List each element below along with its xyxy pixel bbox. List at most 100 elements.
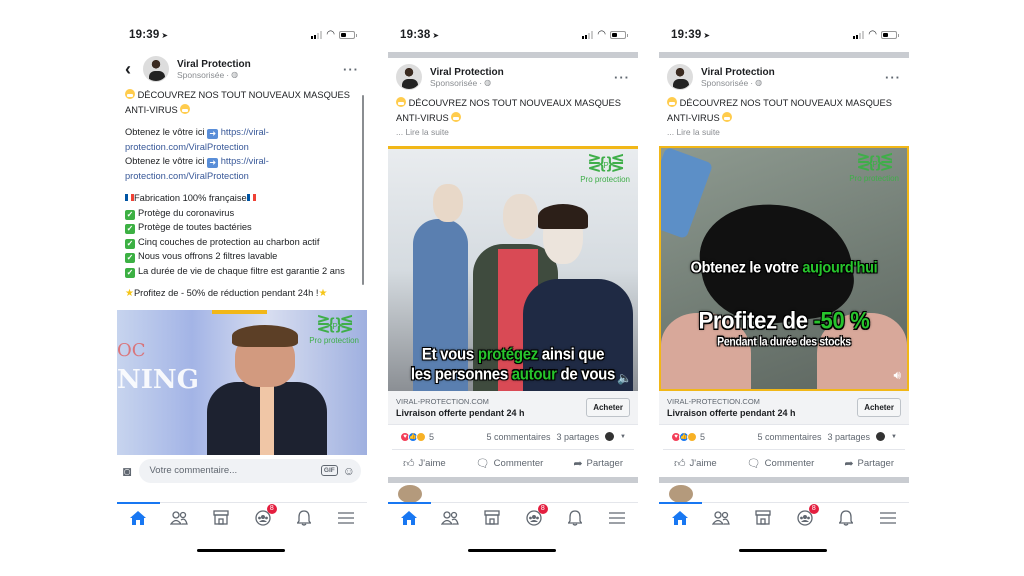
logo-mark-icon: ⋛{P}⋚ <box>587 154 625 172</box>
post-video[interactable]: OC NING ⋛{P}⋚ Pro protection <box>117 309 367 455</box>
share-button[interactable]: ➦ Partager <box>844 457 894 470</box>
post-video[interactable]: ⋛{P}⋚ Pro protection Obtenez le votre au… <box>659 145 909 391</box>
location-icon: ➤ <box>703 31 711 40</box>
feature-item: ✓ Nous vous offrons 2 filtres lavable <box>125 251 278 263</box>
emoji-icon[interactable]: ☺ <box>343 464 355 478</box>
like-button[interactable]: 👍︎ J'aime <box>674 457 717 470</box>
author-name[interactable]: Viral Protection <box>430 67 614 78</box>
more-options-icon[interactable]: ··· <box>885 70 901 85</box>
tab-home[interactable] <box>117 501 160 533</box>
tab-groups[interactable]: 8 <box>243 503 283 533</box>
share-icon: ➦ <box>844 457 854 470</box>
tab-notifications[interactable] <box>555 503 595 533</box>
gif-icon[interactable]: GIF <box>320 465 338 476</box>
comments-count[interactable]: 5 commentaires <box>757 432 821 442</box>
share-button[interactable]: ➦ Partager <box>573 457 623 470</box>
smartphone-object <box>661 147 714 239</box>
signal-icon <box>853 31 865 39</box>
status-bar: 19:38 ➤ ◠ <box>388 20 638 50</box>
comments-count[interactable]: 5 commentaires <box>486 432 550 442</box>
author-name[interactable]: Viral Protection <box>177 59 343 70</box>
tab-home[interactable] <box>659 501 702 533</box>
post-video[interactable]: ⋛{P}⋚ Pro protection Et vous protégez ai… <box>388 145 638 391</box>
viewer-avatar[interactable] <box>605 432 615 441</box>
buy-button[interactable]: Acheter <box>857 397 901 417</box>
logo-text: Pro protection <box>309 335 359 345</box>
comment-button[interactable]: 🗨︎ Commenter <box>747 457 815 470</box>
thumbs-up-icon: 👍︎ <box>674 457 686 470</box>
logo-mark-icon: ⋛{P}⋚ <box>316 315 354 333</box>
back-arrow-icon[interactable]: ‹ <box>125 59 135 80</box>
scrollbar[interactable] <box>362 95 364 285</box>
friends-icon <box>441 510 460 525</box>
home-indicator[interactable] <box>197 549 285 552</box>
home-indicator[interactable] <box>468 549 556 552</box>
home-indicator[interactable] <box>739 549 827 552</box>
feature-item: ✓ La durée de vie de chaque filtre est ga… <box>125 265 345 278</box>
comment-button[interactable]: 🗨︎ Commenter <box>476 457 544 470</box>
mask-emoji-icon <box>722 111 733 122</box>
tab-notifications[interactable] <box>826 503 866 533</box>
thumbs-up-icon: 👍︎ <box>403 457 415 470</box>
marketplace-icon <box>484 510 500 525</box>
marketplace-icon <box>755 510 771 525</box>
tab-notifications[interactable] <box>284 503 324 533</box>
location-icon: ➤ <box>161 31 169 40</box>
page-avatar[interactable] <box>143 56 169 82</box>
globe-icon: ◍ <box>231 70 239 79</box>
mask-emoji-icon <box>451 111 462 122</box>
logo-text: Pro protection <box>849 173 899 183</box>
shares-count[interactable]: 3 partages <box>828 432 871 442</box>
like-button[interactable]: 👍︎ J'aime <box>403 457 446 470</box>
tab-menu[interactable] <box>597 503 637 533</box>
buy-button[interactable]: Acheter <box>586 397 630 417</box>
caret-down-icon[interactable]: ▼ <box>891 434 897 440</box>
anchor-tie <box>260 383 274 455</box>
tab-marketplace[interactable] <box>472 503 512 533</box>
reactions[interactable]: ♥ 👍 5 <box>671 431 705 442</box>
author-name[interactable]: Viral Protection <box>701 67 885 78</box>
reactions[interactable]: ♥ 👍 5 <box>400 431 434 442</box>
link-preview[interactable]: VIRAL-PROTECTION.COM Livraison offerte p… <box>659 390 909 425</box>
tab-friends[interactable] <box>159 503 199 533</box>
tab-menu[interactable] <box>868 503 908 533</box>
read-more-link[interactable]: ... Lire la suite <box>396 125 630 140</box>
next-post-preview[interactable] <box>388 476 638 503</box>
status-icons: ◠ <box>853 30 899 40</box>
post-actions: 👍︎ J'aime 🗨︎ Commenter ➦ Partager <box>388 450 638 477</box>
tab-home[interactable] <box>388 501 431 533</box>
tab-menu[interactable] <box>326 503 366 533</box>
sound-icon[interactable]: 🔈 <box>617 371 632 385</box>
groups-badge: 8 <box>266 503 277 514</box>
tab-groups[interactable]: 8 <box>514 503 554 533</box>
bell-icon <box>839 509 854 526</box>
post-text: DÉCOUVREZ NOS TOUT NOUVEAUX MASQUES ANTI… <box>117 88 367 302</box>
shares-count[interactable]: 3 partages <box>557 432 600 442</box>
next-post-preview[interactable] <box>659 476 909 503</box>
check-icon: ✓ <box>125 224 135 234</box>
caret-down-icon[interactable]: ▼ <box>620 434 626 440</box>
video-caption-line-1: Obtenez le votre aujourd'hui <box>690 258 878 277</box>
viewer-avatar[interactable] <box>876 432 886 441</box>
haha-reaction-icon <box>416 431 426 442</box>
comment-placeholder: Votre commentaire... <box>149 465 238 476</box>
post-header: Viral Protection Sponsorisée · ◍ ··· <box>659 58 909 96</box>
read-more-link[interactable]: ... Lire la suite <box>667 125 901 140</box>
link-preview[interactable]: VIRAL-PROTECTION.COM Livraison offerte p… <box>388 390 638 425</box>
promo-text: Profitez de - 50% de réduction pendant 2… <box>133 288 319 298</box>
tab-marketplace[interactable] <box>743 503 783 533</box>
camera-icon[interactable]: ◙ <box>123 463 131 479</box>
tab-marketplace[interactable] <box>201 503 241 533</box>
tab-groups[interactable]: 8 <box>785 503 825 533</box>
sound-icon[interactable]: 🔊︎ <box>893 368 901 383</box>
more-options-icon[interactable]: ··· <box>343 62 359 77</box>
tab-friends[interactable] <box>430 503 470 533</box>
page-avatar[interactable] <box>667 64 693 90</box>
link-domain: VIRAL-PROTECTION.COM <box>396 396 489 406</box>
author-block: Viral Protection Sponsorisée · ◍ <box>177 59 343 80</box>
more-options-icon[interactable]: ··· <box>614 70 630 85</box>
comment-input[interactable]: Votre commentaire... GIF ☺ <box>139 458 361 483</box>
page-avatar[interactable] <box>396 64 422 90</box>
tab-friends[interactable] <box>701 503 741 533</box>
feature-item: ✓ Protège de toutes bactéries <box>125 222 252 234</box>
